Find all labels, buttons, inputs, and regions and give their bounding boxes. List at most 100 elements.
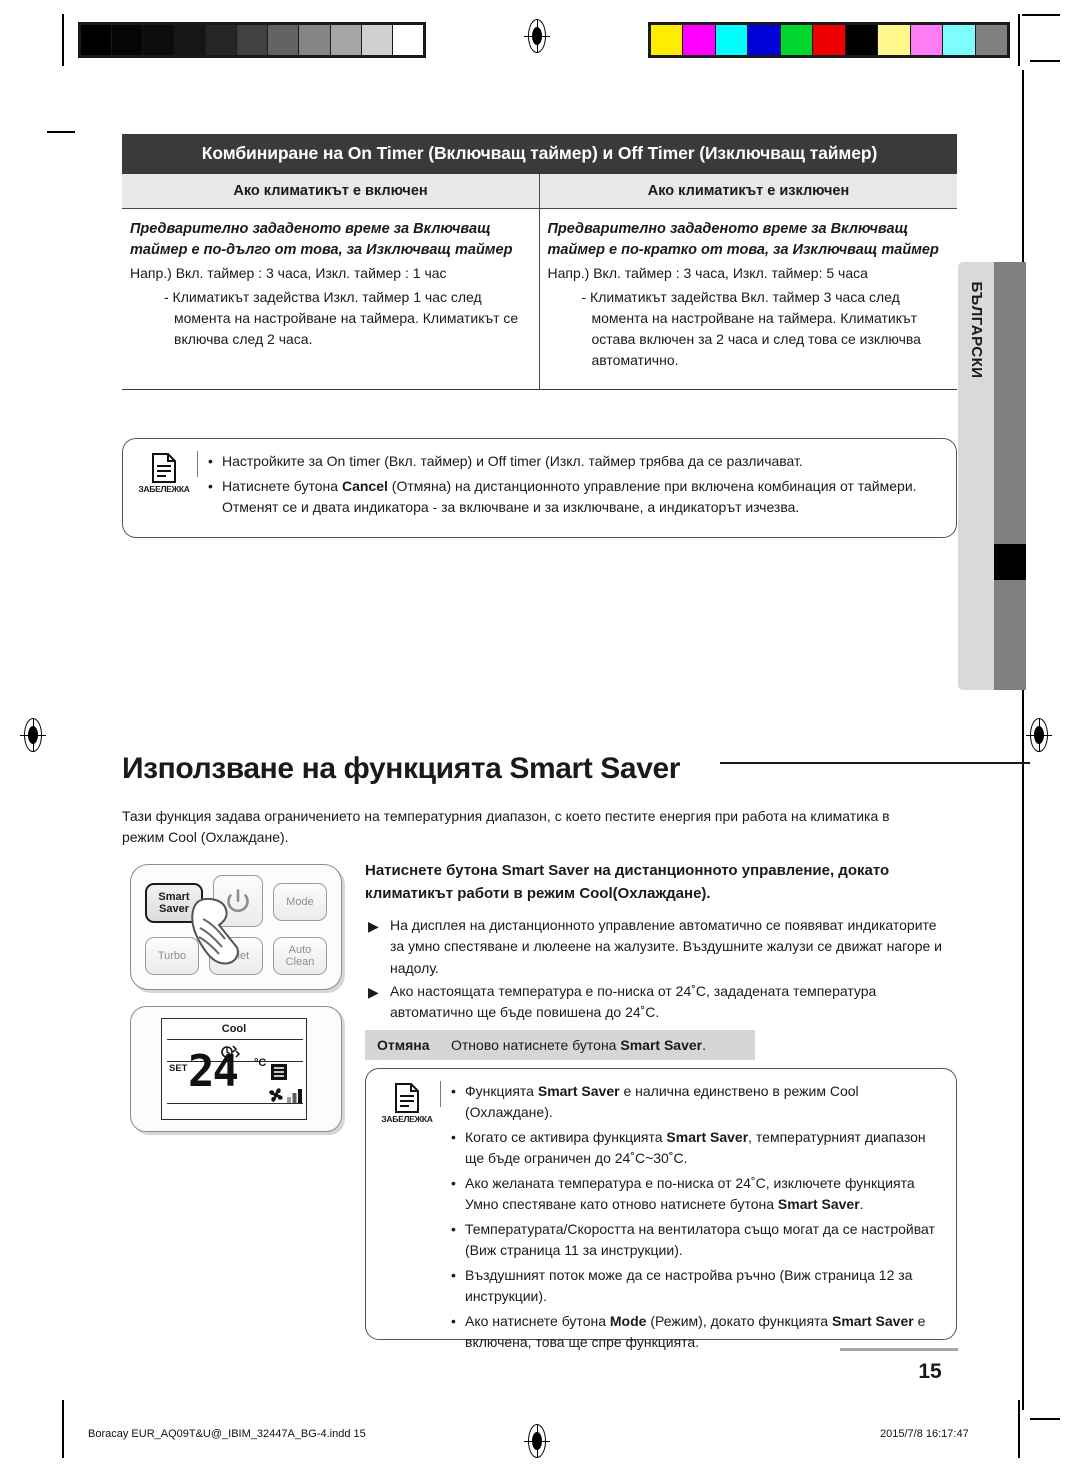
note-item-text: Температурата/Скоростта на вентилатора с… bbox=[465, 1221, 935, 1258]
fan-icon bbox=[269, 1088, 283, 1102]
footer-file-name: Boracay EUR_AQ09T&U@_IBIM_32447A_BG-4.in… bbox=[88, 1428, 366, 1440]
gray-swatch bbox=[205, 25, 237, 55]
fan-speed-bars-icon bbox=[287, 1089, 302, 1103]
gray-swatch bbox=[81, 25, 113, 55]
color-swatch bbox=[683, 25, 716, 55]
language-label: БЪЛГАРСКИ bbox=[968, 281, 985, 379]
bullet-icon: • bbox=[208, 478, 213, 494]
table-body-row: Предварително зададеното време за Включв… bbox=[122, 209, 957, 391]
color-swatch bbox=[651, 25, 684, 55]
crop-mark-top-right-h2 bbox=[1030, 60, 1060, 62]
note-divider bbox=[197, 451, 198, 477]
registration-target-icon-bottom bbox=[524, 1424, 550, 1458]
note-item: • Функцията Smart Saver е налична единст… bbox=[451, 1081, 942, 1123]
grayscale-calibration-bar bbox=[78, 22, 426, 58]
color-swatch bbox=[813, 25, 846, 55]
registration-target-icon-left bbox=[20, 718, 46, 752]
crop-mark-bottom-right-h bbox=[1030, 1418, 1060, 1420]
crop-mark-top-right bbox=[1018, 14, 1020, 66]
instruction-bullet: ▶ На дисплея на дистанционното управлени… bbox=[368, 915, 948, 979]
instruction-bullet-text: Ако настоящата температура е по-ниска от… bbox=[390, 983, 877, 1021]
lcd-mode-label: Cool bbox=[221, 1023, 247, 1035]
arrow-bullet-icon: ▶ bbox=[368, 984, 379, 1000]
auto-clean-line1: Auto bbox=[288, 943, 312, 956]
remote-display-illustration: Cool SET 24 °C bbox=[130, 1006, 342, 1132]
crop-mark-top-right-h bbox=[1022, 14, 1060, 16]
note-box-smart-saver: ЗАБЕЛЕЖКА • Функцията Smart Saver е нали… bbox=[365, 1068, 957, 1350]
cell-detail: - Климатикът задейства Вкл. таймер 3 час… bbox=[581, 289, 921, 369]
remote-button-mode[interactable]: Mode bbox=[273, 883, 327, 921]
cell-emphasis: Предварително зададеното време за Включв… bbox=[547, 221, 939, 259]
table-header-on: Ако климатикът е включен bbox=[122, 174, 540, 208]
color-swatch bbox=[975, 25, 1007, 55]
note-caption: ЗАБЕЛЕЖКА bbox=[381, 1114, 433, 1124]
gray-swatch bbox=[236, 25, 269, 55]
note-item: • Въздушният поток може да се настройва … bbox=[451, 1265, 942, 1307]
section-intro: Тази функция задава ограничението на тем… bbox=[122, 808, 890, 846]
remote-button-auto-clean[interactable]: Auto Clean bbox=[273, 937, 327, 975]
crop-mark-top-left bbox=[62, 14, 64, 66]
cell-example: Напр.) Вкл. таймер : 3 часа, Изкл. тайме… bbox=[547, 265, 868, 282]
gray-swatch bbox=[268, 25, 300, 55]
instruction-bullet-text: На дисплея на дистанционното управление … bbox=[390, 917, 942, 976]
bullet-icon: • bbox=[451, 1313, 456, 1329]
gray-swatch bbox=[392, 25, 424, 55]
note-item: • Когато се активира функцията Smart Sav… bbox=[451, 1127, 942, 1169]
gray-swatch bbox=[112, 25, 144, 55]
gray-swatch bbox=[361, 25, 393, 55]
note-item-text: Когато се активира функцията Smart Saver… bbox=[465, 1129, 926, 1166]
color-swatch bbox=[943, 25, 976, 55]
instruction-bullet: ▶ Ако настоящата температура е по-ниска … bbox=[368, 981, 948, 1024]
note-item: • Температурата/Скоростта на вентилатора… bbox=[451, 1219, 942, 1261]
registration-target-icon-right bbox=[1026, 718, 1052, 752]
cancel-label: Отмяна bbox=[377, 1037, 430, 1053]
color-swatch bbox=[715, 25, 749, 55]
page-number-rule bbox=[840, 1348, 958, 1351]
side-tab-black-marker bbox=[994, 544, 1026, 580]
note-caption: ЗАБЕЛЕЖКА bbox=[138, 484, 190, 494]
gray-swatch bbox=[174, 25, 206, 55]
bullet-icon: • bbox=[451, 1221, 456, 1237]
print-registration-strip bbox=[0, 0, 1080, 80]
table-header-off: Ако климатикът е изключен bbox=[647, 183, 850, 199]
remote-control-illustration: Smart Saver Mode Turbo Quiet Auto Clean bbox=[130, 864, 342, 990]
note-item-text: Въздушният поток може да се настройва ръ… bbox=[465, 1267, 913, 1304]
cell-example: Напр.) Вкл. таймер : 3 часа, Изкл. тайме… bbox=[130, 265, 447, 282]
crop-mark-bottom-left bbox=[62, 1400, 64, 1458]
crop-mark-bottom-right bbox=[1018, 1400, 1020, 1458]
remote-button-turbo-label: Turbo bbox=[157, 949, 187, 962]
note-item-text: Функцията Smart Saver е налична единстве… bbox=[465, 1083, 859, 1120]
title-rule bbox=[720, 762, 1030, 765]
table-cell-on: Предварително зададеното време за Включв… bbox=[122, 209, 540, 390]
color-swatch bbox=[780, 25, 814, 55]
lcd-screen: Cool SET 24 °C bbox=[161, 1018, 307, 1120]
registration-target-icon bbox=[524, 19, 550, 53]
gray-swatch bbox=[143, 25, 175, 55]
arrow-bullet-icon: ▶ bbox=[368, 918, 379, 934]
color-calibration-bar bbox=[648, 22, 1010, 58]
bullet-icon: • bbox=[451, 1129, 456, 1145]
gray-swatch bbox=[330, 25, 362, 55]
footer-timestamp: 2015/7/8 16:17:47 bbox=[880, 1428, 969, 1440]
gray-swatch bbox=[299, 25, 331, 55]
note-item-text: Натиснете бутона Cancel (Отмяна) на дист… bbox=[222, 478, 917, 515]
smart-saver-line1: Smart bbox=[158, 890, 190, 903]
lcd-divider bbox=[167, 1103, 303, 1104]
note-box-timer: ЗАБЕЛЕЖКА • Настройките за On timer (Вкл… bbox=[122, 438, 957, 538]
color-swatch bbox=[910, 25, 944, 55]
cell-detail: - Климатикът задейства Изкл. таймер 1 ча… bbox=[164, 289, 519, 348]
timer-combination-table: Комбиниране на On Timer (Включващ таймер… bbox=[122, 134, 957, 391]
page-title: Използване на функцията Smart Saver bbox=[122, 752, 681, 785]
note-list: • Функцията Smart Saver е налична единст… bbox=[451, 1081, 942, 1350]
instruction-lead: Натиснете бутона Smart Saver на дистанци… bbox=[365, 862, 890, 902]
table-title: Комбиниране на On Timer (Включващ таймер… bbox=[122, 134, 957, 174]
language-side-tab: БЪЛГАРСКИ bbox=[958, 262, 1026, 690]
pointing-hand-icon bbox=[191, 898, 239, 965]
color-swatch bbox=[748, 25, 781, 55]
note-item-text: Ако натиснете бутона Mode (Режим), докат… bbox=[465, 1313, 926, 1350]
bullet-icon: • bbox=[451, 1175, 456, 1191]
lcd-set-label: SET bbox=[169, 1063, 188, 1074]
remote-button-mode-label: Mode bbox=[286, 895, 314, 908]
lcd-temperature: 24 bbox=[188, 1046, 239, 1097]
cancel-instruction-row: Отмяна Отново натиснете бутона Smart Sav… bbox=[365, 1030, 755, 1060]
